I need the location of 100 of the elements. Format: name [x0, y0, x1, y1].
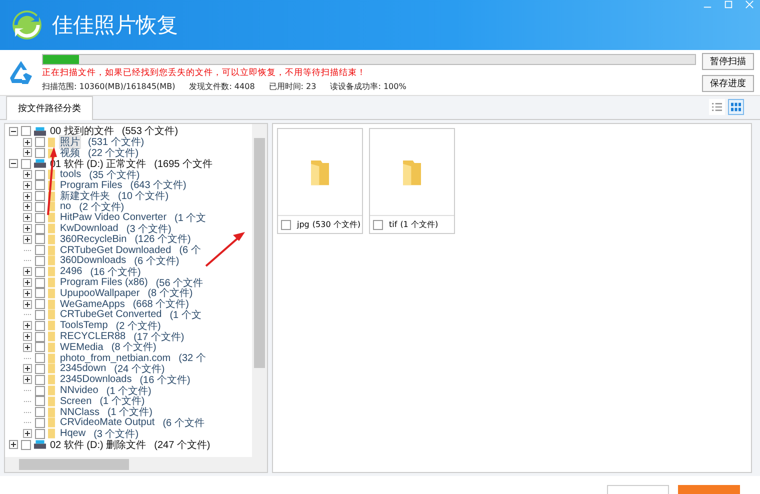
tree-item[interactable]: 360RecycleBin	[59, 234, 128, 245]
checkbox[interactable]	[35, 212, 45, 223]
checkbox[interactable]	[35, 170, 45, 180]
tree-item[interactable]: 2345Downloads	[59, 374, 133, 386]
checkbox[interactable]	[35, 342, 45, 352]
app-title: 佳佳照片恢复	[52, 12, 178, 39]
expand-toggle[interactable]	[23, 364, 32, 374]
expand-toggle[interactable]	[23, 429, 32, 438]
checkbox[interactable]	[35, 137, 45, 148]
tree-item[interactable]: WeGameApps	[59, 298, 126, 310]
expand-toggle[interactable]	[23, 180, 32, 190]
checkbox[interactable]	[35, 191, 45, 202]
checkbox[interactable]	[35, 386, 45, 396]
checkbox[interactable]	[35, 266, 45, 277]
collapse-toggle[interactable]	[9, 126, 18, 136]
expand-toggle[interactable]	[23, 138, 32, 147]
checkbox[interactable]	[35, 364, 45, 374]
tree-item[interactable]: Program Files (x86)	[59, 277, 149, 288]
tree-item[interactable]: tools	[59, 169, 82, 180]
checkbox[interactable]	[21, 440, 31, 450]
checkbox[interactable]	[35, 299, 45, 310]
close-icon[interactable]	[745, 0, 754, 9]
checkbox[interactable]	[373, 220, 383, 230]
tree-item[interactable]: Hqew	[59, 428, 87, 440]
expand-toggle[interactable]	[23, 342, 32, 352]
checkbox[interactable]	[35, 320, 45, 331]
tree-item[interactable]: Program Files	[59, 180, 124, 191]
tree-item[interactable]: 02 软件 (D:) 删除文件	[49, 438, 148, 452]
checkbox[interactable]	[35, 353, 45, 364]
expand-toggle[interactable]	[23, 267, 32, 276]
tree-item[interactable]: CRTubeGet Converted	[59, 309, 163, 320]
file-count: (8 个文件)	[111, 342, 156, 354]
checkbox[interactable]	[21, 126, 31, 136]
tree-item[interactable]: WEMedia	[59, 342, 104, 353]
expand-toggle[interactable]	[23, 213, 32, 222]
file-count: (553 个文件)	[122, 124, 178, 138]
checkbox[interactable]	[35, 418, 45, 428]
expand-toggle[interactable]	[23, 375, 32, 384]
file-count: (56 个文件	[156, 276, 204, 289]
tree-item[interactable]: HitPaw Video Converter	[59, 212, 168, 224]
grid-view-button[interactable]	[728, 99, 744, 115]
expand-toggle[interactable]	[23, 288, 32, 298]
tree-item[interactable]: NNClass	[59, 406, 100, 418]
expand-toggle[interactable]	[23, 278, 32, 288]
checkbox[interactable]	[35, 202, 45, 212]
tree-item[interactable]: UpupooWallpaper	[59, 288, 141, 299]
tree-item[interactable]: 新建文件夹	[59, 189, 111, 204]
checkbox[interactable]	[281, 220, 291, 230]
expand-toggle[interactable]	[23, 202, 32, 212]
checkbox[interactable]	[35, 396, 45, 406]
scrollbar[interactable]	[252, 124, 267, 457]
tree-item[interactable]: NNvideo	[59, 385, 100, 396]
checkbox[interactable]	[35, 288, 45, 298]
collapse-toggle[interactable]	[9, 159, 18, 168]
tree-item[interactable]: CRVideoMate Output	[59, 417, 156, 428]
tree-item[interactable]: RECYCLER88	[59, 331, 127, 342]
tree-item[interactable]: 2496	[59, 266, 84, 278]
tree-item[interactable]: photo_from_netbian.com	[59, 352, 172, 364]
tab[interactable]: 按文件路径分类	[6, 96, 93, 120]
file-count: (16 个文件)	[140, 374, 190, 386]
checkbox[interactable]	[35, 428, 45, 439]
checkbox[interactable]	[35, 374, 45, 385]
checkbox[interactable]	[35, 224, 45, 234]
expand-toggle[interactable]	[23, 224, 32, 234]
file-count: (3 个文件)	[94, 428, 139, 440]
expand-toggle[interactable]	[23, 170, 32, 180]
checkbox[interactable]	[35, 180, 45, 190]
checkbox[interactable]	[35, 278, 45, 288]
tree-item[interactable]: KwDownload	[59, 223, 120, 234]
expand-toggle[interactable]	[23, 332, 32, 342]
tree-item[interactable]: 2345down	[59, 363, 108, 374]
checkbox[interactable]	[21, 158, 31, 169]
expand-toggle[interactable]	[23, 321, 32, 330]
collapse-toggle[interactable]	[9, 440, 18, 449]
tree-item[interactable]: no	[59, 201, 72, 212]
expand-toggle[interactable]	[23, 192, 32, 201]
checkbox[interactable]	[35, 234, 45, 244]
checkbox[interactable]	[35, 148, 45, 158]
tree-item[interactable]: ToolsTemp	[59, 320, 109, 332]
expand-toggle[interactable]	[23, 300, 32, 309]
list-view-button[interactable]	[709, 99, 725, 115]
checkbox[interactable]	[35, 310, 45, 320]
folder-card[interactable]: tif (1 个文件)	[369, 128, 455, 234]
file-count: (2 个文件)	[116, 320, 161, 332]
list-icon	[712, 102, 722, 112]
expand-toggle[interactable]	[23, 234, 32, 244]
maximize-icon[interactable]	[724, 0, 733, 9]
scrollbar[interactable]	[5, 457, 267, 472]
tree-item[interactable]: CRTubeGet Downloaded	[59, 244, 172, 256]
scan-button[interactable]: 暂停扫描	[702, 53, 754, 70]
scan-button[interactable]: 保存进度	[702, 75, 754, 92]
checkbox[interactable]	[35, 407, 45, 418]
tree-item[interactable]: 360Downloads	[59, 255, 128, 266]
checkbox[interactable]	[35, 256, 45, 266]
file-count: (10 个文件)	[118, 190, 169, 202]
expand-toggle[interactable]	[23, 148, 32, 158]
tree-item[interactable]: Screen	[59, 396, 93, 407]
folder-card[interactable]: jpg (530 个文件)	[277, 128, 363, 234]
checkbox[interactable]	[35, 332, 45, 342]
checkbox[interactable]	[35, 245, 45, 256]
